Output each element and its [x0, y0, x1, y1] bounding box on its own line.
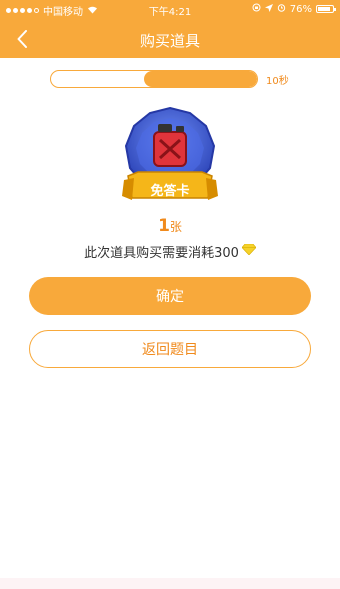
location-icon	[264, 3, 273, 15]
return-to-question-button[interactable]: 返回题目	[29, 330, 311, 368]
timer-progress-bar	[50, 70, 258, 88]
confirm-button[interactable]: 确定	[29, 277, 311, 315]
item-badge: 免答卡	[120, 104, 220, 212]
cost-text: 此次道具购买需要消耗300	[84, 246, 239, 261]
status-right: 76%	[252, 3, 336, 15]
bottom-strip	[0, 578, 340, 589]
battery-percent: 76%	[289, 3, 312, 15]
page-title: 购买道具	[139, 32, 200, 50]
timer-label: 10秒	[266, 76, 289, 87]
item-count-unit: 张	[169, 220, 182, 234]
item-count: 1张	[0, 216, 340, 236]
battery-icon	[316, 5, 336, 13]
cost-line: 此次道具购买需要消耗300	[0, 242, 340, 261]
header-bar: 中国移动 下午4:21 76% 购买道具	[0, 0, 340, 58]
rotation-lock-icon	[252, 3, 261, 15]
timer-progress-fill	[143, 71, 257, 87]
item-count-number: 1	[158, 216, 170, 236]
alarm-icon	[277, 3, 286, 15]
status-bar: 中国移动 下午4:21 76%	[0, 0, 340, 18]
badge-label: 免答卡	[150, 184, 190, 199]
diamond-icon	[241, 243, 257, 259]
